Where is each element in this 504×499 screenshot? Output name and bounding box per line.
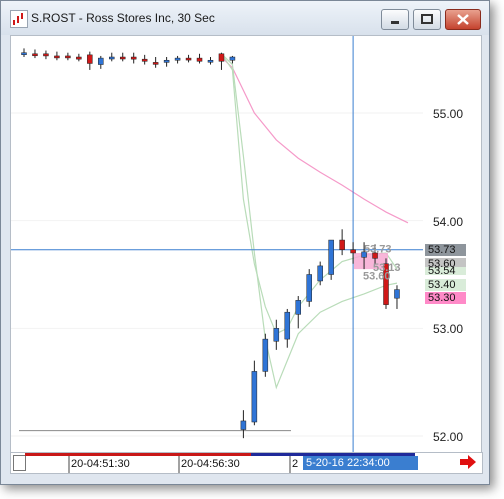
window-title: S.ROST - Ross Stores Inc, 30 Sec — [31, 11, 215, 25]
candle-body — [54, 55, 60, 59]
candle-body — [295, 300, 301, 315]
candle-body — [207, 59, 214, 63]
chart-app-icon[interactable] — [10, 10, 28, 28]
candle-body — [218, 53, 225, 62]
price-tick: 54.00 — [433, 215, 464, 229]
minimize-icon — [391, 21, 399, 24]
chart-window: S.ROST - Ross Stores Inc, 30 Sec 53.73 53… — [0, 0, 490, 485]
candle-body — [141, 58, 148, 62]
candle-body — [339, 239, 345, 250]
candle-body — [163, 59, 170, 63]
chart-overlay-label: 53.60 — [363, 271, 391, 283]
candle-body — [87, 54, 93, 64]
price-tick: 52.00 — [433, 430, 464, 444]
candle-body — [262, 338, 269, 372]
candle-body — [185, 57, 192, 61]
candle-body — [240, 420, 247, 430]
price-tag-last: 53.73 — [425, 244, 466, 256]
time-axis[interactable]: 20-04:51:30 20-04:56:30 2 5-20-16 22:34:… — [10, 452, 483, 474]
candle-body — [174, 57, 181, 61]
time-tick: 20-04:51:30 — [71, 458, 130, 470]
candle-body — [32, 53, 38, 57]
price-tag: 53.54 — [425, 267, 466, 275]
candle-body — [43, 53, 49, 57]
candle-body — [65, 55, 71, 59]
price-tag: 53.30 — [425, 292, 466, 304]
chart-overlay-label: 53.73 — [364, 244, 392, 256]
chart-app-icon-graphic — [13, 13, 23, 25]
candle-body — [130, 56, 137, 60]
price-tick: 53.00 — [433, 322, 464, 336]
candle-body — [394, 289, 400, 299]
candle-body — [273, 328, 280, 342]
candle-body — [196, 57, 203, 62]
maximize-icon — [421, 14, 433, 24]
candle-body — [229, 56, 236, 61]
candlestick-chart[interactable]: 53.7353.1353.60 — [11, 36, 423, 452]
candle-body — [251, 371, 258, 423]
candle-body — [350, 249, 356, 254]
candle-body — [76, 56, 82, 60]
candle-body — [284, 311, 291, 340]
candle-body — [152, 62, 159, 65]
title-bar[interactable]: S.ROST - Ross Stores Inc, 30 Sec — [1, 1, 489, 35]
time-tick: 20-04:56:30 — [181, 458, 240, 470]
candle-body — [119, 56, 126, 60]
crosshair-time-label: 5-20-16 22:34:00 — [303, 456, 418, 470]
moving-average-pink — [221, 56, 409, 224]
close-icon — [457, 14, 469, 25]
close-button[interactable] — [445, 9, 481, 30]
chart-plot-area[interactable]: 53.73 53.13 53.60 — [10, 35, 424, 453]
price-tag: 53.40 — [425, 279, 466, 291]
candle-body — [306, 274, 312, 302]
minimize-button[interactable] — [381, 9, 409, 30]
candle-body — [21, 52, 27, 55]
candle-body — [317, 265, 323, 282]
candle-body — [328, 239, 334, 275]
price-tick: 55.00 — [433, 107, 464, 121]
maximize-button[interactable] — [413, 9, 441, 30]
time-tick: 2 — [292, 458, 299, 470]
price-axis[interactable]: 55.00 54.00 53.00 52.00 53.73 53.60 53.5… — [423, 35, 482, 453]
candle-body — [109, 56, 115, 60]
red-arrow-right-icon[interactable] — [459, 455, 477, 469]
red-arrow-right-icon-graphic — [460, 455, 476, 469]
candle-body — [98, 57, 104, 65]
